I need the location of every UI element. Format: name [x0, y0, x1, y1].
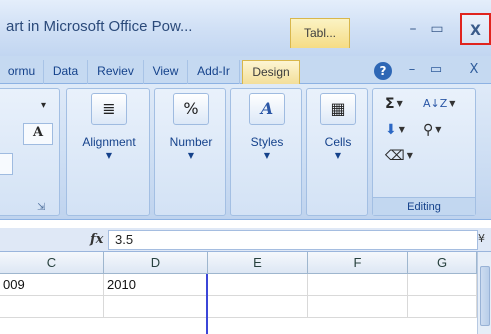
tab-design[interactable]: Design	[242, 60, 300, 84]
chevron-down-icon: ▼	[263, 151, 271, 160]
align-icon: ≣	[91, 93, 127, 125]
chevron-down-icon: ▼	[334, 151, 342, 160]
maximize-button[interactable]: ▭	[424, 13, 450, 45]
number-button[interactable]: % Number ▼	[155, 93, 227, 183]
grow-font-icon[interactable]: A	[23, 123, 53, 145]
alignment-button[interactable]: ≣ Alignment ▼	[67, 93, 151, 183]
ribbon-restore-icon[interactable]: ▭	[428, 62, 444, 78]
tab-formulas[interactable]: ormu	[0, 60, 44, 84]
number-group: % Number ▼	[154, 88, 226, 216]
formula-bar: fx 3.5 ¥	[0, 228, 491, 252]
styles-group: A Styles ▼	[230, 88, 302, 216]
chevron-down-icon: ▼	[187, 151, 195, 160]
column-header-d[interactable]: D	[104, 252, 208, 274]
dialog-launcher-icon[interactable]: ⇲	[37, 199, 45, 217]
editing-label: Editing	[373, 197, 475, 215]
cells-button[interactable]: ▦ Cells ▼	[307, 93, 369, 183]
cell-g[interactable]	[408, 274, 477, 296]
insert-function-icon[interactable]: fx	[90, 232, 103, 247]
ribbon-minimize-icon[interactable]: –	[404, 62, 420, 78]
cells-icon: ▦	[320, 93, 356, 125]
ribbon-tab-strip: ormu Data Reviev View Add-Ir Design ? – …	[0, 56, 491, 84]
worksheet-grid: 009 2010	[0, 274, 491, 334]
fill-icon[interactable]: ⬇ ▼	[385, 121, 405, 139]
percent-icon: %	[173, 93, 209, 125]
title-bar: art in Microsoft Office Pow... Tabl... –…	[0, 0, 491, 56]
font-size-dropdown-icon[interactable]: ▾	[41, 97, 46, 115]
tab-data[interactable]: Data	[44, 60, 88, 84]
table-row: 009 2010	[0, 274, 491, 296]
scrollbar-thumb[interactable]	[480, 266, 490, 326]
ribbon-body: ▾ A ⇲ ≣ Alignment ▼ % Number ▼ A Styles …	[0, 84, 491, 220]
alignment-label: Alignment	[82, 135, 136, 149]
table-row	[0, 296, 491, 318]
cells-label: Cells	[324, 135, 352, 149]
sort-filter-icon[interactable]: A↓Z ▼	[423, 95, 455, 113]
cell-c[interactable]	[0, 296, 104, 318]
autosum-icon[interactable]: Σ ▼	[385, 95, 403, 113]
tab-review[interactable]: Reviev	[88, 60, 144, 84]
column-headers: C D E F G	[0, 252, 491, 274]
number-label: Number	[169, 135, 213, 149]
cell-d[interactable]: 2010	[104, 274, 208, 296]
close-button[interactable]: X	[460, 13, 491, 45]
find-select-icon[interactable]: ⚲ ▼	[423, 121, 441, 139]
chevron-down-icon: ▼	[105, 151, 113, 160]
tab-view[interactable]: View	[144, 60, 188, 84]
column-header-f[interactable]: F	[308, 252, 408, 274]
ribbon-close-icon[interactable]: X	[466, 62, 482, 78]
tab-add-ins[interactable]: Add-Ir	[188, 60, 240, 84]
cell-d[interactable]	[104, 296, 208, 318]
column-header-g[interactable]: G	[408, 252, 477, 274]
table-border-line	[206, 274, 208, 334]
styles-button[interactable]: A Styles ▼	[231, 93, 303, 183]
window-title: art in Microsoft Office Pow...	[6, 18, 193, 35]
cell-e[interactable]	[208, 274, 308, 296]
cells-group: ▦ Cells ▼	[306, 88, 368, 216]
column-header-c[interactable]: C	[0, 252, 104, 274]
vertical-scrollbar[interactable]	[477, 252, 491, 334]
minimize-button[interactable]: –	[400, 13, 426, 45]
cell-e[interactable]	[208, 296, 308, 318]
cell-c[interactable]: 009	[0, 274, 104, 296]
font-group: ▾ A ⇲	[0, 88, 60, 216]
font-color-swatch[interactable]	[0, 153, 13, 175]
styles-icon: A	[249, 93, 285, 125]
cell-f[interactable]	[308, 274, 408, 296]
editing-group: Σ ▼ A↓Z ▼ ⬇ ▼ ⚲ ▼ ⌫ ▼ Editing	[372, 88, 476, 216]
help-icon[interactable]: ?	[374, 62, 392, 80]
alignment-group: ≣ Alignment ▼	[66, 88, 150, 216]
column-header-e[interactable]: E	[208, 252, 308, 274]
clear-icon[interactable]: ⌫ ▼	[385, 147, 413, 165]
expand-formula-bar-icon[interactable]: ¥	[478, 232, 485, 245]
formula-input[interactable]: 3.5	[108, 230, 478, 250]
cell-g[interactable]	[408, 296, 477, 318]
cell-f[interactable]	[308, 296, 408, 318]
styles-label: Styles	[250, 135, 284, 149]
table-tools-context-tab[interactable]: Tabl...	[290, 18, 350, 48]
